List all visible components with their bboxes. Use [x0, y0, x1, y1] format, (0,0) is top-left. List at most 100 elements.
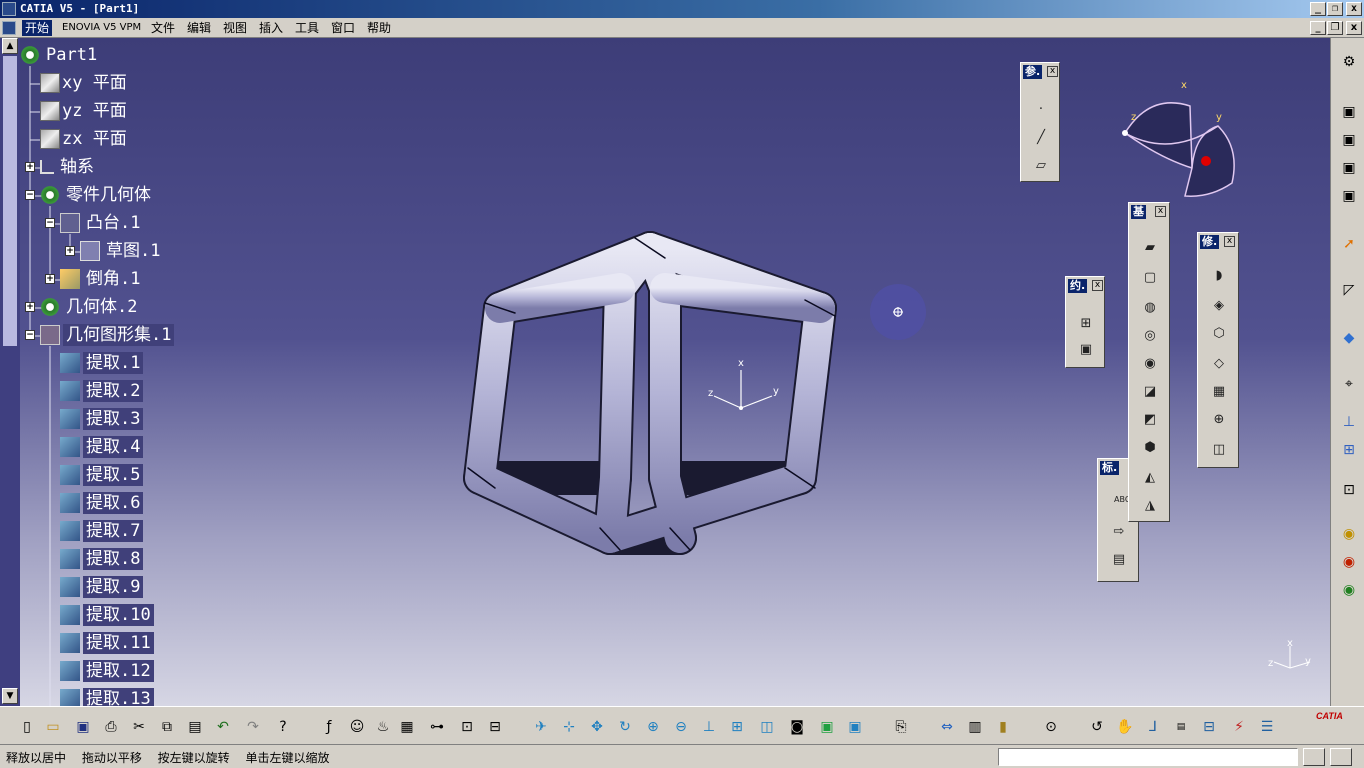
geometrical-set-tool-icon[interactable]: ▣ [1337, 156, 1361, 180]
constraint-icon[interactable]: ▣ [1075, 339, 1097, 361]
update-icon[interactable]: ↺ [1086, 716, 1108, 738]
tree-node-sketch[interactable]: 草图.1 [80, 239, 163, 263]
measure-item-icon[interactable]: ▥ [964, 716, 986, 738]
menu-edit[interactable]: 编辑 [187, 20, 211, 36]
ordered-set-icon[interactable]: ▣ [1337, 184, 1361, 208]
lock-icon[interactable]: ⊡ [456, 716, 478, 738]
collapse-geometrical-set[interactable]: − [25, 330, 35, 340]
tube-frame-model[interactable] [440, 188, 860, 568]
render-icon[interactable]: ◉ [1337, 550, 1361, 574]
tree-node-extract[interactable]: 提取.4 [60, 435, 144, 459]
constraint-toolbar-title[interactable]: 约. [1068, 279, 1088, 293]
insert-body-icon[interactable]: ▣ [1337, 128, 1361, 152]
tree-root[interactable]: Part1 [20, 43, 100, 67]
menu-help[interactable]: 帮助 [367, 20, 391, 36]
annotation-toolbar-title[interactable]: 标. [1100, 461, 1120, 475]
print-icon[interactable]: ⎙ [100, 716, 122, 738]
scenes-icon[interactable]: ◉ [1337, 578, 1361, 602]
expand-body-2[interactable]: + [25, 302, 35, 312]
tree-node-axis-system[interactable]: 轴系 [40, 155, 97, 179]
restore-button[interactable]: ❐ [1327, 2, 1343, 16]
hole-tool-icon[interactable]: ◉ [1139, 353, 1161, 375]
shading-icon[interactable]: ◙ [786, 716, 808, 738]
analysis-icon[interactable]: ⚡ [1228, 716, 1250, 738]
undo-icon[interactable]: ↶ [212, 716, 234, 738]
tree-node-chamfer[interactable]: 倒角.1 [60, 267, 143, 291]
new-file-icon[interactable]: ▯ [16, 716, 38, 738]
manipulation-icon[interactable]: ⎘ [890, 716, 912, 738]
loft-tool-icon[interactable]: ◭ [1139, 467, 1161, 489]
menu-enovia[interactable]: ENOVIA V5 VPM [62, 20, 141, 36]
doc-close-button[interactable]: x [1346, 21, 1362, 35]
snap-icon[interactable]: ⊟ [1198, 716, 1220, 738]
spec-tree-icon[interactable]: ⊶ [426, 716, 448, 738]
axis-tool-icon[interactable]: ⊥ [1337, 410, 1361, 434]
knowledge-advisor-icon[interactable]: ☺ [346, 716, 368, 738]
expand-chamfer[interactable]: + [45, 274, 55, 284]
whats-this-icon[interactable]: ? [272, 716, 294, 738]
fit-all-in-icon[interactable]: ⊹ [558, 716, 580, 738]
measure-between-icon[interactable]: ⇔ [936, 716, 958, 738]
annotation-plane-icon[interactable]: ▤ [1108, 549, 1130, 571]
expand-axis-system[interactable]: + [25, 162, 35, 172]
collapse-pad[interactable]: − [45, 218, 55, 228]
shell-icon[interactable]: ◇ [1208, 353, 1230, 375]
axis-system-tool-icon[interactable]: ⅃ [1142, 716, 1164, 738]
catalog-icon[interactable]: ⊟ [484, 716, 506, 738]
reference-toolbar-close[interactable]: x [1047, 66, 1058, 77]
workbench-gear-icon[interactable]: ⚙ [1337, 50, 1361, 74]
measure-icon[interactable]: ⌖ [1337, 372, 1361, 396]
zoom-in-icon[interactable]: ⊕ [642, 716, 664, 738]
select-arrow-icon[interactable]: ➚ [1337, 232, 1361, 256]
tree-node-pad[interactable]: 凸台.1 [60, 211, 143, 235]
rib-tool-icon[interactable]: ◪ [1139, 381, 1161, 403]
tree-node-xy-plane[interactable]: xy 平面 [40, 71, 130, 95]
multi-view-icon[interactable]: ⊞ [726, 716, 748, 738]
tree-node-extract[interactable]: 提取.3 [60, 407, 144, 431]
cut-icon[interactable]: ✂ [128, 716, 150, 738]
shaft-tool-icon[interactable]: ◍ [1139, 297, 1161, 319]
3d-viewport[interactable]: ▲ ▼ Part1 xy 平面 yz 平面 zx 平面 + 轴系 − 零件几何体… [0, 38, 1330, 706]
scale-icon[interactable]: ▤ [1170, 716, 1192, 738]
catia-app-icon[interactable] [2, 2, 16, 16]
menu-insert[interactable]: 插入 [259, 20, 283, 36]
tree-node-body-2[interactable]: 几何体.2 [40, 295, 140, 319]
document-icon[interactable] [2, 21, 16, 35]
pan-icon[interactable]: ✥ [586, 716, 608, 738]
swap-visible-space-icon[interactable]: ▣ [844, 716, 866, 738]
light-icon[interactable]: ♨ [372, 716, 394, 738]
close-button[interactable]: x [1346, 2, 1362, 16]
tree-node-extract[interactable]: 提取.2 [60, 379, 144, 403]
copy-icon[interactable]: ⧉ [156, 716, 178, 738]
tree-node-geometrical-set[interactable]: 几何图形集.1 [40, 323, 175, 347]
tree-node-zx-plane[interactable]: zx 平面 [40, 127, 130, 151]
edge-fillet-icon[interactable]: ◗ [1208, 265, 1230, 287]
tree-node-extract[interactable]: 提取.11 [60, 631, 154, 655]
tree-node-extract[interactable]: 提取.9 [60, 575, 144, 599]
save-icon[interactable]: ▣ [72, 716, 94, 738]
features-toolbar-title[interactable]: 基 [1131, 205, 1146, 219]
tree-node-extract[interactable]: 提取.1 [60, 351, 144, 375]
dressup-toolbar-close[interactable]: x [1224, 236, 1235, 247]
eraser-icon[interactable]: ◆ [1337, 326, 1361, 350]
paste-icon[interactable]: ▤ [184, 716, 206, 738]
point-icon[interactable]: · [1030, 99, 1052, 121]
menu-tools[interactable]: 工具 [295, 20, 319, 36]
minimize-button[interactable]: _ [1310, 2, 1326, 16]
tree-node-extract[interactable]: 提取.8 [60, 547, 144, 571]
thickness-icon[interactable]: ▦ [1208, 381, 1230, 403]
open-folder-icon[interactable]: ▭ [42, 716, 64, 738]
grid-icon[interactable]: ⊞ [1337, 438, 1361, 462]
command-button-1[interactable] [1303, 748, 1325, 766]
plane-tool-icon[interactable]: ▱ [1030, 155, 1052, 177]
command-input[interactable] [998, 748, 1298, 766]
part-body-icon[interactable]: ▣ [1337, 100, 1361, 124]
tree-node-extract[interactable]: 提取.5 [60, 463, 144, 487]
measure-inertia-icon[interactable]: ▮ [992, 716, 1014, 738]
thread-icon[interactable]: ⊕ [1208, 409, 1230, 431]
chamfer-tool-icon[interactable]: ◈ [1208, 295, 1230, 317]
stiffener-tool-icon[interactable]: ⬢ [1139, 437, 1161, 459]
menu-view[interactable]: 视图 [223, 20, 247, 36]
tree-node-part-body[interactable]: 零件几何体 [40, 183, 154, 207]
remove-loft-tool-icon[interactable]: ◮ [1139, 495, 1161, 517]
